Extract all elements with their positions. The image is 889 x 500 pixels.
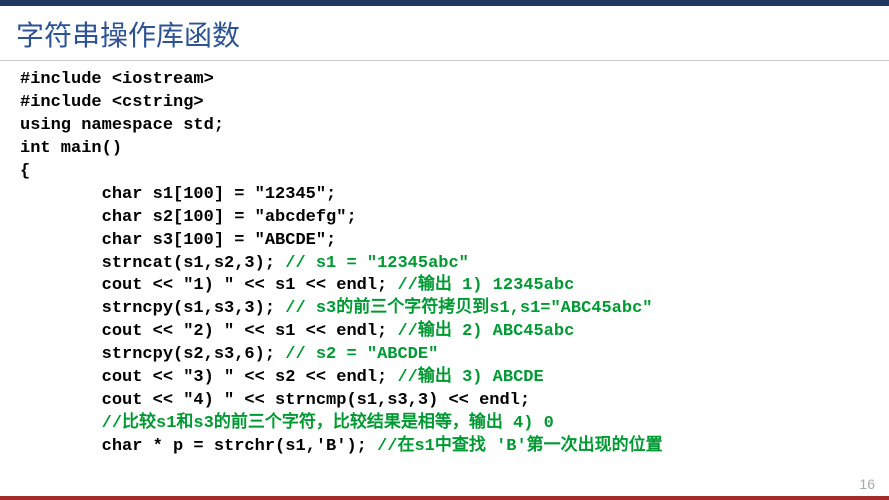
- bottom-bar: [0, 496, 889, 500]
- code-comment: //输出 3) ABCDE: [397, 368, 543, 387]
- code-text: strncpy(s2,s3,6);: [20, 345, 285, 364]
- code-line: #include <cstring>: [20, 92, 869, 115]
- code-line: //比较s1和s3的前三个字符，比较结果是相等，输出 4) 0: [20, 413, 869, 436]
- code-comment: //输出 1) 12345abc: [397, 276, 574, 295]
- code-comment: // s1 = "12345abc": [285, 254, 469, 273]
- code-text: int main(): [20, 139, 122, 158]
- code-text: using namespace std;: [20, 116, 224, 135]
- code-text: #include <cstring>: [20, 93, 204, 112]
- code-text: char s1[100] = "12345";: [20, 185, 336, 204]
- code-text: {: [20, 162, 30, 181]
- code-line: {: [20, 161, 869, 184]
- code-line: char s3[100] = "ABCDE";: [20, 230, 869, 253]
- code-text: char * p = strchr(s1,'B');: [20, 437, 377, 456]
- code-line: #include <iostream>: [20, 69, 869, 92]
- code-line: cout << "4) " << strncmp(s1,s3,3) << end…: [20, 390, 869, 413]
- code-line: strncpy(s1,s3,3); // s3的前三个字符拷贝到s1,s1="A…: [20, 298, 869, 321]
- code-text: strncat(s1,s2,3);: [20, 254, 285, 273]
- code-line: cout << "1) " << s1 << endl; //输出 1) 123…: [20, 275, 869, 298]
- code-line: char s2[100] = "abcdefg";: [20, 207, 869, 230]
- code-comment: // s3的前三个字符拷贝到s1,s1="ABC45abc": [285, 299, 652, 318]
- page-number: 16: [859, 476, 875, 492]
- code-block: #include <iostream> #include <cstring> usi…: [0, 61, 889, 467]
- code-line: using namespace std;: [20, 115, 869, 138]
- code-comment: //输出 2) ABC45abc: [397, 322, 574, 341]
- code-line: cout << "3) " << s2 << endl; //输出 3) ABC…: [20, 367, 869, 390]
- slide-title: 字符串操作库函数: [0, 6, 889, 61]
- code-comment: // s2 = "ABCDE": [285, 345, 438, 364]
- code-line: char * p = strchr(s1,'B'); //在s1中查找 'B'第…: [20, 436, 869, 459]
- code-text: char s2[100] = "abcdefg";: [20, 208, 357, 227]
- code-text: char s3[100] = "ABCDE";: [20, 231, 336, 250]
- code-comment: //比较s1和s3的前三个字符，比较结果是相等，输出 4) 0: [20, 414, 554, 433]
- code-comment: //在s1中查找 'B'第一次出现的位置: [377, 437, 663, 456]
- code-text: cout << "4) " << strncmp(s1,s3,3) << end…: [20, 391, 530, 410]
- code-text: cout << "3) " << s2 << endl;: [20, 368, 397, 387]
- code-text: strncpy(s1,s3,3);: [20, 299, 285, 318]
- code-line: strncpy(s2,s3,6); // s2 = "ABCDE": [20, 344, 869, 367]
- code-text: cout << "2) " << s1 << endl;: [20, 322, 397, 341]
- code-line: cout << "2) " << s1 << endl; //输出 2) ABC…: [20, 321, 869, 344]
- code-text: cout << "1) " << s1 << endl;: [20, 276, 397, 295]
- code-line: strncat(s1,s2,3); // s1 = "12345abc": [20, 253, 869, 276]
- code-line: char s1[100] = "12345";: [20, 184, 869, 207]
- code-line: int main(): [20, 138, 869, 161]
- code-text: #include <iostream>: [20, 70, 214, 89]
